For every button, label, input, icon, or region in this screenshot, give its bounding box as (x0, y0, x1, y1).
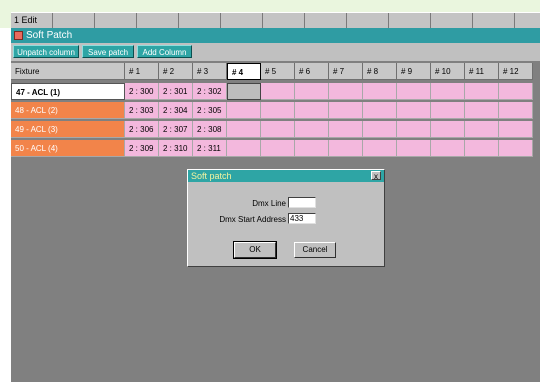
empty-patch-cell[interactable] (227, 140, 261, 157)
column-header-5[interactable]: # 5 (261, 63, 295, 80)
empty-patch-cell[interactable] (499, 140, 533, 157)
address-cell[interactable]: 2 : 304 (159, 102, 193, 119)
fixture-cell[interactable]: 48 - ACL (2) (11, 102, 125, 119)
dmx-line-label: Dmx Line (252, 199, 286, 208)
empty-patch-cell[interactable] (329, 102, 363, 119)
empty-patch-cell[interactable] (465, 121, 499, 138)
dialog-close-button[interactable]: x (371, 171, 381, 181)
column-header-11[interactable]: # 11 (465, 63, 499, 80)
soft-patch-window: Soft Patch Unpatch column Save patch Add… (11, 28, 540, 382)
empty-patch-cell[interactable] (363, 140, 397, 157)
add-column-button[interactable]: Add Column (137, 45, 192, 58)
empty-patch-cell[interactable] (363, 121, 397, 138)
address-cell[interactable]: 2 : 307 (159, 121, 193, 138)
column-header-12[interactable]: # 12 (499, 63, 533, 80)
empty-patch-cell[interactable] (329, 83, 363, 100)
dialog-title-bar[interactable]: Soft patch x (188, 170, 384, 182)
empty-patch-cell[interactable] (295, 83, 329, 100)
empty-patch-cell[interactable] (397, 83, 431, 100)
unpatch-column-button[interactable]: Unpatch column (13, 45, 79, 58)
dmx-start-address-input[interactable]: 433 (288, 213, 316, 224)
dmx-line-input[interactable] (288, 197, 316, 208)
empty-patch-cell[interactable] (499, 102, 533, 119)
empty-patch-cell[interactable] (227, 121, 261, 138)
tab-1[interactable]: 1 Edit (11, 13, 53, 28)
column-header-4[interactable]: # 4 (227, 63, 261, 80)
empty-patch-cell[interactable] (295, 121, 329, 138)
empty-patch-cell[interactable] (329, 140, 363, 157)
address-cell[interactable]: 2 : 311 (193, 140, 227, 157)
tab-10[interactable] (389, 13, 431, 28)
tab-2[interactable] (53, 13, 95, 28)
column-header-10[interactable]: # 10 (431, 63, 465, 80)
address-cell[interactable]: 2 : 303 (125, 102, 159, 119)
address-cell[interactable]: 2 : 308 (193, 121, 227, 138)
empty-patch-cell[interactable] (431, 140, 465, 157)
toolbar: Unpatch column Save patch Add Column (11, 43, 540, 61)
column-header-3[interactable]: # 3 (193, 63, 227, 80)
soft-patch-dialog: Soft patch x Dmx Line Dmx Start Address … (187, 169, 385, 267)
empty-patch-cell[interactable] (329, 121, 363, 138)
empty-patch-cell[interactable] (465, 102, 499, 119)
empty-patch-cell[interactable] (227, 102, 261, 119)
column-header-6[interactable]: # 6 (295, 63, 329, 80)
column-header-2[interactable]: # 2 (159, 63, 193, 80)
tab-3[interactable] (95, 13, 137, 28)
empty-patch-cell[interactable] (465, 83, 499, 100)
column-header-1[interactable]: # 1 (125, 63, 159, 80)
empty-patch-cell[interactable] (431, 102, 465, 119)
window-title-bar[interactable]: Soft Patch (11, 28, 540, 43)
fixture-cell[interactable]: 50 - ACL (4) (11, 140, 125, 157)
tab-6[interactable] (221, 13, 263, 28)
address-cell[interactable]: 2 : 310 (159, 140, 193, 157)
tab-12[interactable] (473, 13, 515, 28)
empty-patch-cell[interactable] (499, 83, 533, 100)
empty-patch-cell[interactable] (261, 102, 295, 119)
tab-11[interactable] (431, 13, 473, 28)
fixture-cell[interactable]: 49 - ACL (3) (11, 121, 125, 138)
address-cell[interactable]: 2 : 301 (159, 83, 193, 100)
column-header-9[interactable]: # 9 (397, 63, 431, 80)
tab-8[interactable] (305, 13, 347, 28)
dialog-title: Soft patch (191, 171, 232, 181)
address-cell[interactable]: 2 : 300 (125, 83, 159, 100)
save-patch-button[interactable]: Save patch (82, 45, 134, 58)
ok-button[interactable]: OK (233, 241, 277, 259)
empty-patch-cell[interactable] (397, 102, 431, 119)
empty-patch-cell[interactable] (465, 140, 499, 157)
empty-patch-cell[interactable] (261, 121, 295, 138)
tab-4[interactable] (137, 13, 179, 28)
empty-patch-cell[interactable] (227, 83, 261, 100)
tab-13[interactable] (515, 13, 540, 28)
empty-patch-cell[interactable] (363, 83, 397, 100)
empty-patch-cell[interactable] (261, 83, 295, 100)
address-cell[interactable]: 2 : 305 (193, 102, 227, 119)
address-cell[interactable]: 2 : 306 (125, 121, 159, 138)
window-title: Soft Patch (26, 30, 73, 41)
fixture-cell[interactable]: 47 - ACL (1) (11, 83, 125, 100)
empty-patch-cell[interactable] (295, 140, 329, 157)
address-cell[interactable]: 2 : 302 (193, 83, 227, 100)
empty-patch-cell[interactable] (431, 83, 465, 100)
empty-patch-cell[interactable] (261, 140, 295, 157)
column-header-8[interactable]: # 8 (363, 63, 397, 80)
address-cell[interactable]: 2 : 309 (125, 140, 159, 157)
tab-bar: 1 Edit (11, 12, 540, 29)
empty-patch-cell[interactable] (397, 140, 431, 157)
tab-7[interactable] (263, 13, 305, 28)
empty-patch-cell[interactable] (499, 121, 533, 138)
dmx-start-address-label: Dmx Start Address (219, 215, 286, 224)
tab-5[interactable] (179, 13, 221, 28)
empty-patch-cell[interactable] (431, 121, 465, 138)
column-header-7[interactable]: # 7 (329, 63, 363, 80)
cancel-button[interactable]: Cancel (294, 242, 336, 258)
app-icon (14, 31, 23, 40)
empty-patch-cell[interactable] (295, 102, 329, 119)
empty-patch-cell[interactable] (397, 121, 431, 138)
fixture-column-header[interactable]: Fixture (11, 63, 125, 80)
empty-patch-cell[interactable] (363, 102, 397, 119)
tab-9[interactable] (347, 13, 389, 28)
